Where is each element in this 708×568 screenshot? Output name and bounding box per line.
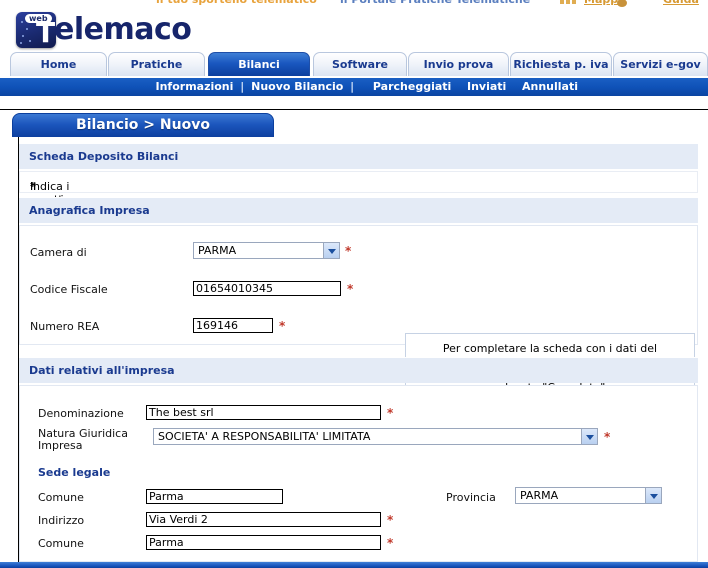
numero-rea-input[interactable]: 169146 (193, 318, 273, 333)
comune-input[interactable]: Parma (146, 489, 283, 504)
sub-navbar: Informazioni | Nuovo Bilancio | Parchegg… (0, 78, 708, 96)
header-spacer (0, 96, 708, 110)
telemaco-logo-mark: web T (16, 12, 56, 48)
anagrafica-fieldset: Camera di PARMA * Codice Fiscale 0165401… (19, 225, 698, 432)
section-dati-impresa-label: Dati relativi all'impresa (29, 364, 175, 377)
tab-invio-prova[interactable]: Invio prova (408, 52, 509, 76)
chevron-down-icon[interactable] (323, 243, 339, 258)
comune-label: Comune (38, 491, 84, 504)
main-tabbar: Home Pratiche Bilanci Software Invio pro… (0, 52, 708, 78)
tab-bilanci[interactable]: Bilanci (208, 52, 310, 76)
indirizzo-input[interactable]: Via Verdi 2 (146, 512, 381, 527)
denominazione-label: Denominazione (38, 407, 124, 420)
grid-icon (572, 0, 576, 4)
grid-icon (560, 0, 564, 4)
telemaco-page: il tuo sportello telematico il Portale P… (0, 0, 708, 568)
denominazione-input[interactable]: The best srl (146, 405, 381, 420)
codice-fiscale-input[interactable]: 01654010345 (193, 281, 341, 296)
codice-fiscale-label: Codice Fiscale (30, 283, 108, 296)
logo-wordmark: elemaco (54, 12, 192, 47)
subnav-item-nuovo-bilancio[interactable]: Nuovo Bilancio (251, 80, 343, 93)
codice-fiscale-required-marker: * (347, 282, 354, 296)
camera-select-value: PARMA (198, 244, 237, 257)
top-left-tagline: il tuo sportello telematico (156, 0, 317, 6)
bottom-bar (0, 562, 708, 568)
subnav-item-inviati[interactable]: Inviati (467, 80, 506, 93)
dati-impresa-fieldset: Denominazione The best srl * Natura Giur… (19, 385, 698, 562)
comune2-required-marker: * (387, 536, 394, 550)
subnav-separator: | (350, 80, 355, 93)
chevron-down-icon[interactable] (645, 488, 661, 503)
guida-link[interactable]: Guida (663, 0, 699, 6)
section-anagrafica-label: Anagrafica Impresa (29, 204, 150, 217)
comune2-input[interactable]: Parma (146, 535, 381, 550)
card-header-label: Scheda Deposito Bilanci (29, 150, 179, 163)
camera-label: Camera di (30, 246, 87, 259)
camera-select[interactable]: PARMA (193, 242, 340, 259)
top-utility-strip: il tuo sportello telematico il Portale P… (0, 0, 708, 7)
card-header: Scheda Deposito Bilanci (19, 143, 698, 169)
indirizzo-required-marker: * (387, 513, 394, 527)
provincia-label: Provincia (446, 491, 496, 504)
section-dati-impresa: Dati relativi all'impresa (19, 357, 698, 383)
provincia-select-value: PARMA (520, 489, 559, 502)
required-note-row: Il carattere * indica i campi obbligator… (19, 171, 698, 219)
tab-software[interactable]: Software (313, 52, 407, 76)
tab-pratiche[interactable]: Pratiche (108, 52, 205, 76)
indirizzo-label: Indirizzo (38, 514, 85, 527)
tab-home[interactable]: Home (10, 52, 107, 76)
numero-rea-label: Numero REA (30, 320, 100, 333)
subnav-item-parcheggiati[interactable]: Parcheggiati (373, 80, 451, 93)
camera-required-marker: * (345, 244, 352, 258)
natura-giuridica-label-2: Impresa (38, 439, 83, 452)
subnav-item-informazioni[interactable]: Informazioni (156, 80, 234, 93)
numero-rea-required-marker: * (279, 319, 286, 333)
provincia-select[interactable]: PARMA (515, 487, 662, 504)
section-anagrafica: Anagrafica Impresa (19, 197, 698, 223)
section-sede-legale-label: Sede legale (38, 466, 111, 479)
natura-giuridica-select[interactable]: SOCIETA' A RESPONSABILITA' LIMITATA (153, 428, 598, 445)
denominazione-required-marker: * (387, 406, 394, 420)
natura-giuridica-required-marker: * (604, 430, 611, 444)
tab-richiesta-piva[interactable]: Richiesta p. iva (510, 52, 612, 76)
comune2-label: Comune (38, 537, 84, 550)
content-top-rule (0, 109, 708, 110)
grid-icon (566, 0, 570, 4)
tab-servizi-egov[interactable]: Servizi e-gov (613, 52, 708, 76)
chevron-down-icon[interactable] (581, 429, 597, 444)
subnav-item-annullati[interactable]: Annullati (522, 80, 578, 93)
top-right-tagline: il Portale Pratiche Telematiche (340, 0, 530, 6)
form-panel: Scheda Deposito Bilanci Il carattere * i… (18, 137, 698, 562)
subnav-separator: | (240, 80, 245, 93)
site-header: web T elemaco (0, 7, 708, 52)
logo-initial: T (36, 16, 56, 48)
page-title: Bilancio > Nuovo (12, 113, 274, 137)
natura-giuridica-value: SOCIETA' A RESPONSABILITA' LIMITATA (158, 430, 371, 443)
